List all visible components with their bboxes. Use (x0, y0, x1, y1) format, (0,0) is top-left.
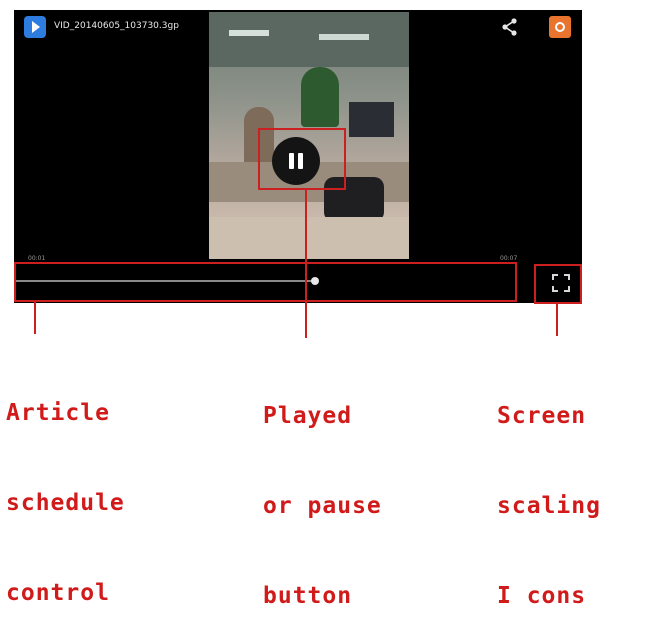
progress-bar-highlight (14, 262, 517, 302)
pause-leader-line (305, 188, 307, 338)
share-icon[interactable] (500, 17, 520, 37)
caption-line: I cons (497, 583, 587, 609)
caption-line: schedule (6, 490, 125, 516)
play-logo-icon (24, 16, 46, 38)
player-top-bar: VID_20140605_103730.3gp (14, 10, 582, 46)
caption-line: Screen (497, 403, 587, 429)
caption-line: Played (263, 403, 353, 429)
pause-button-highlight (258, 128, 346, 190)
caption-line: or pause (263, 493, 382, 519)
progress-leader-line (34, 300, 36, 334)
screen-caption: Screen scaling I cons (497, 341, 601, 641)
caption-line: button (263, 583, 353, 609)
caption-line: control (6, 580, 110, 606)
caption-line: Article (6, 400, 110, 426)
video-title: VID_20140605_103730.3gp (54, 21, 179, 31)
pause-caption: Played or pause button (263, 341, 382, 641)
time-total: 00:07 (500, 255, 518, 262)
time-current: 00:01 (28, 255, 46, 262)
scene-plant (301, 67, 339, 127)
caption-line: scaling (497, 493, 601, 519)
scene-floor (209, 217, 409, 259)
fullscreen-highlight (534, 264, 582, 304)
settings-icon[interactable] (549, 16, 571, 38)
progress-caption: Article schedule control (6, 338, 125, 638)
fullscreen-leader-line (556, 302, 558, 336)
scene-monitor (349, 102, 394, 137)
